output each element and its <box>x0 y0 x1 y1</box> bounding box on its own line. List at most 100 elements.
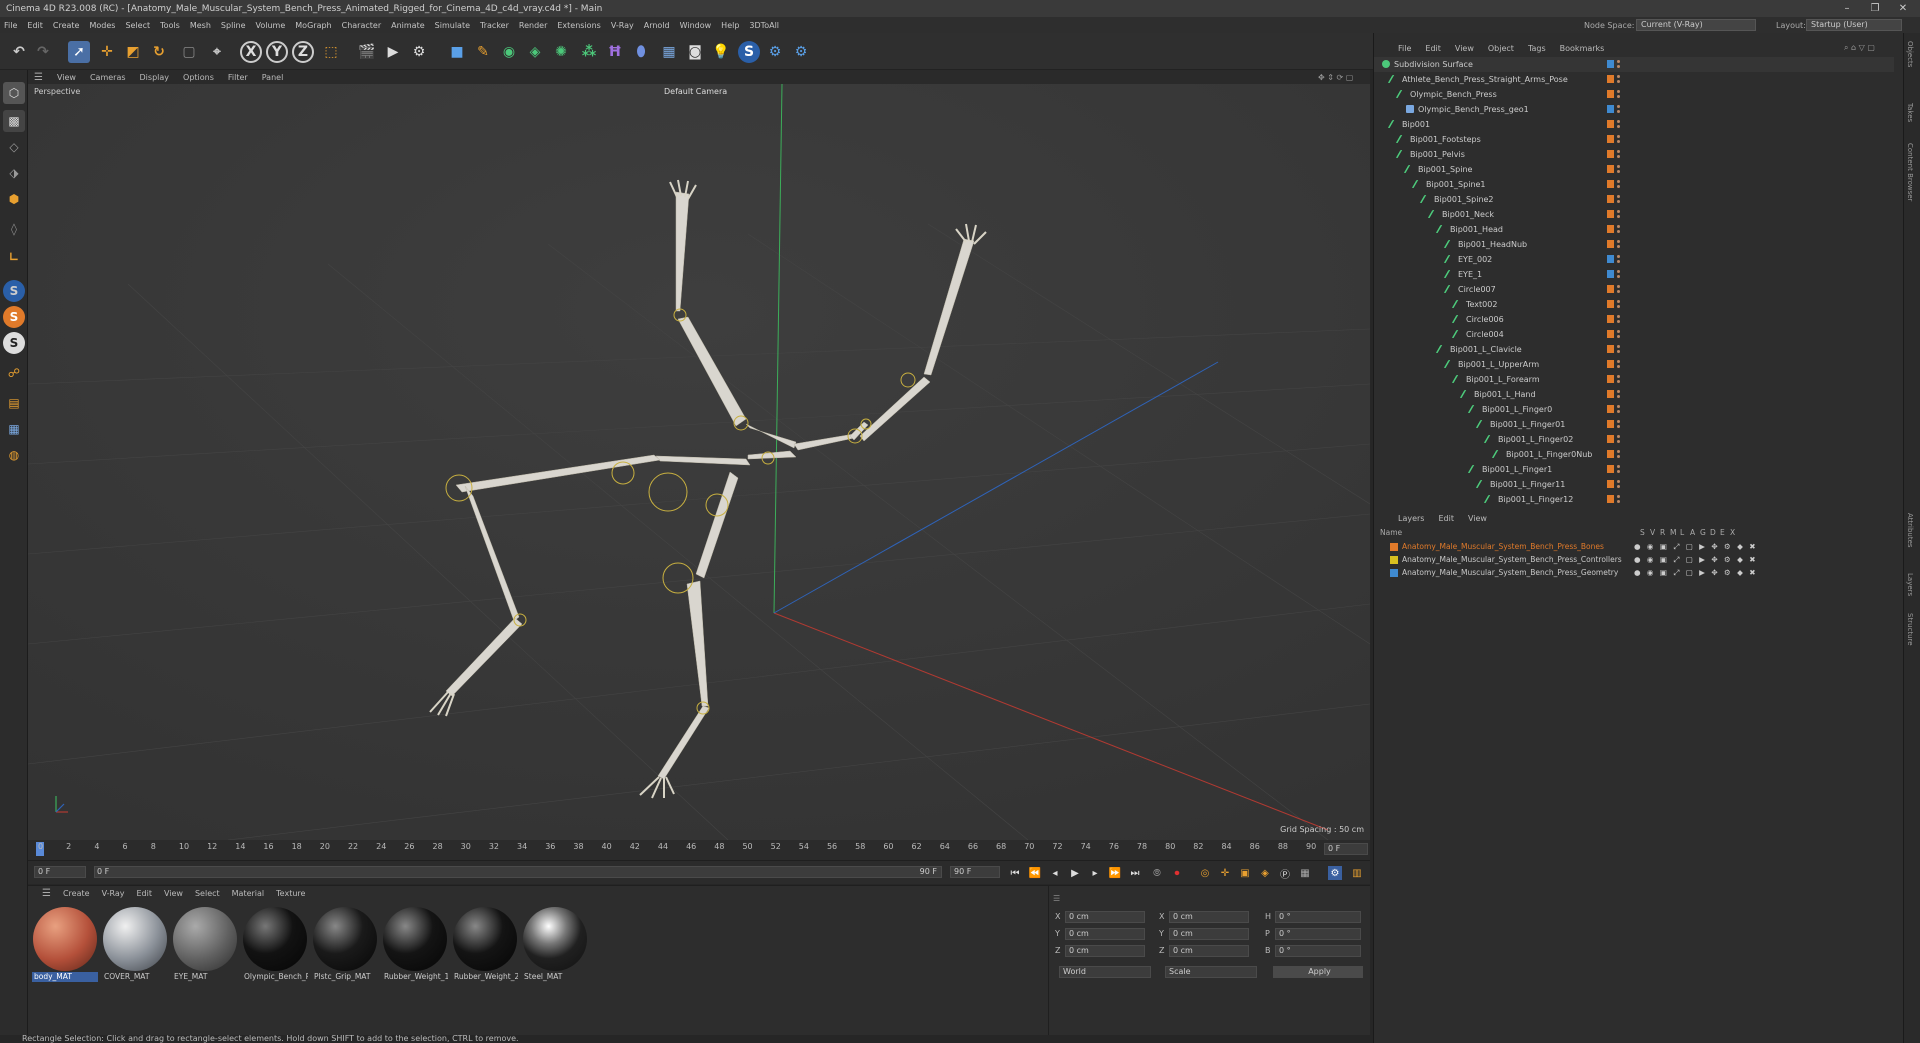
object-row[interactable]: Bip001_L_Finger12 <box>1374 492 1894 507</box>
timeline-ruler[interactable]: 0 2 4 6 8 10 12 14 16 18 20 22 24 26 28 30 32 34 36 38 40 42 4… <box>28 840 1370 860</box>
model-mode-icon[interactable]: ◇ <box>3 136 25 158</box>
object-row[interactable]: Bip001_L_Finger01 <box>1374 417 1894 432</box>
key-pla-icon[interactable]: ▦ <box>1298 866 1312 880</box>
y-axis-lock[interactable]: Y <box>266 41 288 63</box>
layer-color-tag[interactable] <box>1607 90 1614 98</box>
object-row[interactable]: Bip001_Neck <box>1374 207 1894 222</box>
edges-mode-icon[interactable]: ◊ <box>3 218 25 240</box>
pos-y-field[interactable]: 0 cm <box>1065 928 1145 940</box>
viewport-menu-view[interactable]: View <box>57 73 76 82</box>
layer-row[interactable]: Anatomy_Male_Muscular_System_Bench_Press… <box>1380 541 1890 553</box>
object-row[interactable]: Circle007 <box>1374 282 1894 297</box>
live-select-icon[interactable]: ▢ <box>178 41 200 63</box>
layer-color-tag[interactable] <box>1607 270 1614 278</box>
visibility-toggle[interactable] <box>1617 285 1620 294</box>
array-icon[interactable]: ◈ <box>524 41 546 63</box>
key-position-icon[interactable]: ✛ <box>1218 866 1232 880</box>
layer-color-tag[interactable] <box>1607 135 1614 143</box>
material-menu-select[interactable]: Select <box>195 889 220 898</box>
object-row[interactable]: Bip001_L_Hand <box>1374 387 1894 402</box>
soft-selection-icon[interactable]: ◍ <box>3 444 25 466</box>
visibility-toggle[interactable] <box>1617 180 1620 189</box>
vray-icon[interactable]: S <box>738 41 760 63</box>
viewport-menu-cameras[interactable]: Cameras <box>90 73 126 82</box>
layer-color-tag[interactable] <box>1607 390 1614 398</box>
menu-arnold[interactable]: Arnold <box>644 21 670 30</box>
material-menu-material[interactable]: Material <box>232 889 265 898</box>
rot-p-field[interactable]: 0 ° <box>1275 928 1361 940</box>
layer-color-tag[interactable] <box>1607 315 1614 323</box>
menu-character[interactable]: Character <box>342 21 382 30</box>
visibility-toggle[interactable] <box>1617 435 1620 444</box>
pen-spline-icon[interactable]: ✎ <box>472 41 494 63</box>
layer-color-tag[interactable] <box>1607 75 1614 83</box>
material-menu-edit[interactable]: Edit <box>136 889 152 898</box>
layer-toggle-icons[interactable]: ● ◉ ▣ ⤢ ▢ ▶ ✥ ⚙ ◆ ✖ <box>1634 541 1758 553</box>
projection-label[interactable]: Perspective <box>34 87 80 96</box>
layer-color-tag[interactable] <box>1607 150 1614 158</box>
key-rotation-icon[interactable]: ◈ <box>1258 866 1272 880</box>
tab-layers[interactable]: Layers <box>1906 573 1914 596</box>
prev-key-icon[interactable]: ⏪ <box>1028 866 1042 880</box>
layer-color-swatch[interactable] <box>1390 556 1398 564</box>
layer-color-tag[interactable] <box>1607 60 1614 68</box>
workplane-icon[interactable]: S <box>3 306 25 328</box>
layer-color-tag[interactable] <box>1607 450 1614 458</box>
material-swatch[interactable]: EYE_MAT <box>172 906 238 986</box>
om-menu-edit[interactable]: Edit <box>1425 44 1441 53</box>
play-icon[interactable]: ▶ <box>1068 866 1082 880</box>
frame-range-slider[interactable]: 0 F 90 F <box>94 866 942 878</box>
motion-system-icon[interactable]: ⚙ <box>1328 866 1342 880</box>
layer-menu-view[interactable]: View <box>1468 514 1487 523</box>
object-row[interactable]: Bip001_L_Forearm <box>1374 372 1894 387</box>
menu-mesh[interactable]: Mesh <box>190 21 211 30</box>
visibility-toggle[interactable] <box>1617 405 1620 414</box>
visibility-toggle[interactable] <box>1617 465 1620 474</box>
visibility-toggle[interactable] <box>1617 60 1620 69</box>
viewport-menu-icon[interactable]: ☰ <box>34 72 43 83</box>
visibility-toggle[interactable] <box>1617 75 1620 84</box>
layer-color-tag[interactable] <box>1607 360 1614 368</box>
layer-color-tag[interactable] <box>1607 405 1614 413</box>
next-key-icon[interactable]: ⏩ <box>1108 866 1122 880</box>
object-row[interactable]: EYE_1 <box>1374 267 1894 282</box>
visibility-toggle[interactable] <box>1617 450 1620 459</box>
subdivision-icon[interactable]: ◉ <box>498 41 520 63</box>
visibility-toggle[interactable] <box>1617 330 1620 339</box>
maximize-button[interactable]: ❐ <box>1862 0 1888 17</box>
object-row[interactable]: Bip001_L_Finger0Nub <box>1374 447 1894 462</box>
select-tool-icon[interactable]: ➚ <box>68 41 90 63</box>
redo-icon[interactable]: ↷ <box>32 41 54 63</box>
object-row[interactable]: Subdivision Surface <box>1374 57 1894 72</box>
om-menu-bookmarks[interactable]: Bookmarks <box>1560 44 1605 53</box>
visibility-toggle[interactable] <box>1617 105 1620 114</box>
layout-dropdown[interactable]: Startup (User) <box>1806 19 1902 31</box>
render-region-icon[interactable]: 🎬 <box>356 41 378 63</box>
timeline-window-icon[interactable]: ▥ <box>1350 866 1364 880</box>
menu-mograph[interactable]: MoGraph <box>295 21 331 30</box>
menu-select[interactable]: Select <box>125 21 150 30</box>
quantize-icon[interactable]: S <box>3 332 25 354</box>
layer-color-tag[interactable] <box>1607 180 1614 188</box>
layer-row[interactable]: Anatomy_Male_Muscular_System_Bench_Press… <box>1380 554 1890 566</box>
viewport-navigate-icons[interactable]: ✥ ⇕ ⟳ ▢ <box>1318 73 1353 82</box>
object-row[interactable]: Bip001_Head <box>1374 222 1894 237</box>
menu-volume[interactable]: Volume <box>256 21 286 30</box>
record-icon[interactable]: ⏺ <box>1170 866 1184 880</box>
visibility-toggle[interactable] <box>1617 90 1620 99</box>
menu-file[interactable]: File <box>4 21 17 30</box>
close-button[interactable]: ✕ <box>1890 0 1916 17</box>
object-row[interactable]: Bip001_L_UpperArm <box>1374 357 1894 372</box>
viewport-menu-options[interactable]: Options <box>183 73 214 82</box>
material-menu-view[interactable]: View <box>164 889 183 898</box>
visibility-toggle[interactable] <box>1617 165 1620 174</box>
menu-create[interactable]: Create <box>53 21 80 30</box>
visibility-toggle[interactable] <box>1617 225 1620 234</box>
coord-menu-icon[interactable]: ☰ <box>1053 894 1060 903</box>
object-row[interactable]: Olympic_Bench_Press <box>1374 87 1894 102</box>
layer-color-tag[interactable] <box>1607 495 1614 503</box>
menu-animate[interactable]: Animate <box>391 21 425 30</box>
material-swatch[interactable]: Plstc_Grip_MAT <box>312 906 378 986</box>
end-frame-field[interactable]: 90 F <box>950 866 1000 878</box>
size-z-field[interactable]: 0 cm <box>1169 945 1249 957</box>
